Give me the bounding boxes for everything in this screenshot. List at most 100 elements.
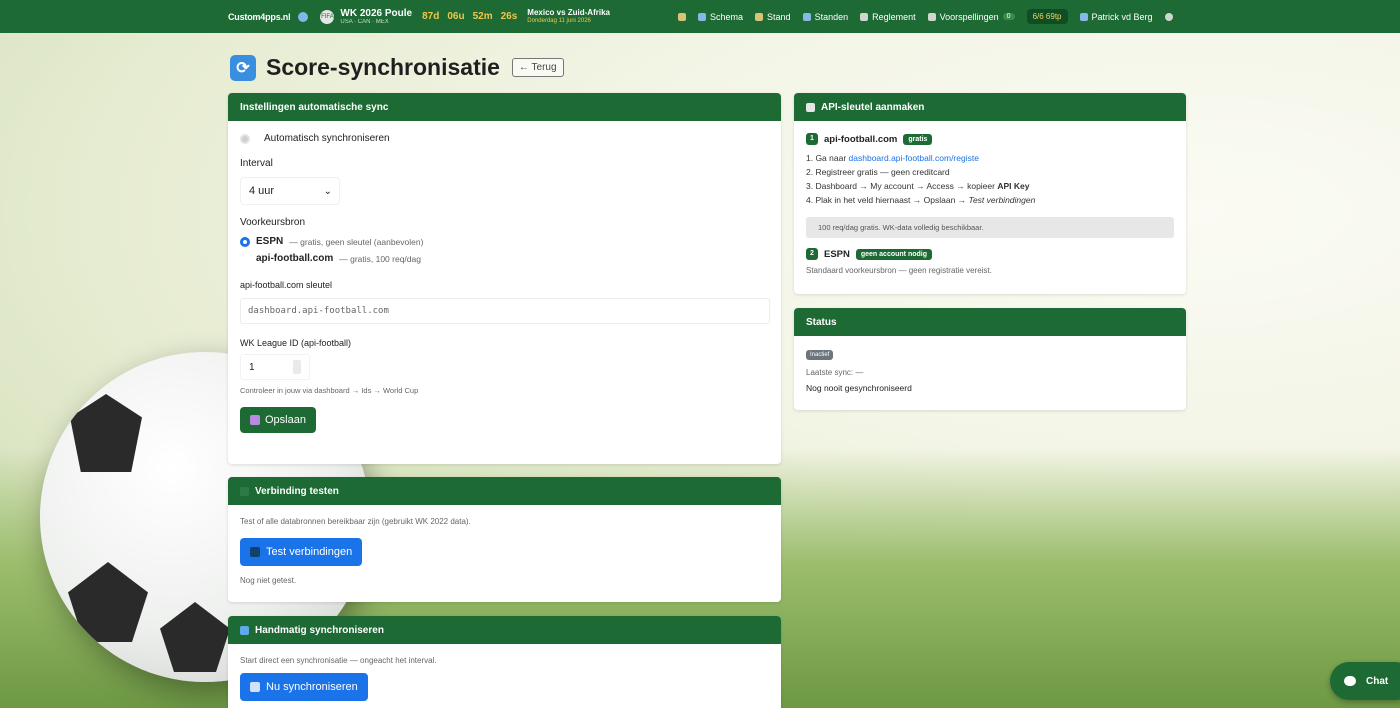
step2-tag: geen account nodig — [855, 248, 932, 260]
poule-subtitle: USA · CAN · MEX — [340, 18, 389, 25]
nav-reglement-label: Reglement — [872, 11, 916, 22]
top-navbar: Custom4pps.nl FIFA WK 2026 Poule USA · C… — [0, 0, 1400, 33]
auto-sync-toggle[interactable] — [240, 133, 250, 144]
auto-sync-header: Instellingen automatische sync — [228, 93, 781, 121]
countdown-minutes: 52m — [472, 11, 493, 22]
step1-number: 1 — [806, 133, 818, 145]
nav-reglement[interactable]: Reglement — [860, 12, 916, 22]
instruction-4-italic: Test verbindingen — [968, 195, 1036, 205]
poule-info[interactable]: WK 2026 Poule USA · CAN · MEX — [340, 7, 413, 25]
nav-stand[interactable]: Stand — [755, 12, 791, 22]
register-link[interactable]: dashboard.api-football.com/registe — [849, 153, 979, 163]
nav-voorspellingen-label: Voorspellingen — [939, 11, 999, 22]
sync-icon: ⟳ — [230, 54, 256, 81]
floppy-disk-icon — [250, 415, 260, 425]
nav-standen-label: Standen — [814, 11, 849, 22]
auto-sync-toggle-row: Automatisch synchroniseren — [240, 133, 769, 144]
test-connection-card: Verbinding testen Test of alle databronn… — [228, 477, 781, 602]
user-menu[interactable]: Patrick vd Berg — [1079, 12, 1153, 22]
step2-heading: 2 ESPN geen account nodig — [806, 248, 1174, 260]
save-button[interactable]: Opslaan — [240, 407, 316, 433]
trophy-icon[interactable] — [678, 12, 686, 21]
chat-button[interactable]: Chat — [1330, 662, 1400, 700]
plug-icon — [240, 486, 249, 496]
instruction-2: 2. Registreer gratis — geen creditcard — [806, 167, 950, 177]
sync-now-label: Nu synchroniseren — [266, 681, 358, 693]
auto-sync-card: Instellingen automatische sync Automatis… — [228, 93, 781, 464]
status-card: Status Inactief Laatste sync: — Nog nooi… — [794, 308, 1186, 410]
league-id-label: WK League ID (api-football) — [240, 338, 352, 348]
prediction-icon — [927, 12, 936, 21]
api-key-card: API-sleutel aanmaken 1 api-football.com … — [794, 93, 1186, 294]
prediction-count-badge: 0 — [1002, 13, 1015, 20]
match-date: Donderdag 11 juni 2026 — [527, 17, 591, 24]
chat-label: Chat — [1366, 675, 1389, 687]
ranking-icon — [802, 12, 811, 21]
user-icon — [1079, 12, 1088, 21]
interval-value: 4 uur — [249, 185, 275, 197]
instruction-4-text: 4. Plak in het veld hiernaast → Opslaan … — [806, 195, 969, 205]
league-id-help: Controleer in jouw via dashboard → Ids →… — [240, 386, 419, 395]
nav-standen[interactable]: Standen — [802, 11, 849, 22]
instruction-3-text: 3. Dashboard → My account → Access → kop… — [806, 181, 998, 191]
api-note: 100 req/dag gratis. WK-data volledig bes… — [806, 217, 1174, 238]
poule-title: WK 2026 Poule — [340, 7, 413, 19]
brand-logo[interactable]: Custom4pps.nl — [228, 12, 291, 22]
test-connections-button[interactable]: Test verbindingen — [240, 538, 363, 566]
settings-icon[interactable] — [1164, 12, 1173, 21]
chevron-down-icon: ⌄ — [323, 185, 332, 197]
manual-sync-title: Handmatig synchroniseren — [255, 624, 384, 636]
manual-sync-card: Handmatig synchroniseren Start direct ee… — [228, 616, 781, 708]
page-title: Score-synchronisatie — [266, 54, 500, 80]
instruction-4: 4. Plak in het veld hiernaast → Opslaan … — [806, 193, 1174, 207]
api-key-placeholder: dashboard.api-football.com — [248, 306, 389, 316]
status-badge: Inactief — [806, 350, 834, 360]
league-id-stepper[interactable] — [293, 360, 301, 374]
source-label: Voorkeursbron — [240, 217, 306, 228]
step2-desc: Standaard voorkeursbron — geen registrat… — [806, 266, 992, 275]
countdown-hours: 06u — [447, 11, 465, 22]
nav-schema[interactable]: Schema — [698, 12, 743, 22]
nav-voorspellingen[interactable]: Voorspellingen 0 — [927, 11, 1015, 22]
instruction-1-text: 1. Ga naar — [806, 153, 849, 163]
instruction-3-bold: API Key — [997, 181, 1030, 191]
save-button-label: Opslaan — [265, 414, 306, 426]
step1-tag: gratis — [903, 133, 933, 145]
points-badge[interactable]: 6/6 69tp — [1026, 9, 1068, 24]
api-key-label: api-football.com sleutel — [240, 280, 333, 290]
step2-number: 2 — [806, 248, 818, 260]
step2-title: ESPN — [824, 248, 850, 260]
source-option-api-football[interactable]: api-football.com — gratis, 100 req/dag — [240, 253, 769, 264]
rules-icon — [860, 12, 869, 21]
league-id-input[interactable]: 1 — [240, 354, 310, 380]
source-option-espn[interactable]: ESPN — gratis, geen sleutel (aanbevolen) — [240, 236, 769, 247]
auto-sync-toggle-label: Automatisch synchroniseren — [264, 133, 390, 144]
page-header: ⟳ Score-synchronisatie ← Terug — [230, 54, 564, 81]
status-header: Status — [794, 308, 1186, 336]
source-radio-espn[interactable] — [240, 236, 250, 247]
source-name-espn: ESPN — [256, 236, 284, 247]
play-icon — [250, 682, 260, 692]
source-desc-api-football: — gratis, 100 req/dag — [339, 253, 421, 264]
api-key-title: API-sleutel aanmaken — [821, 101, 925, 113]
manual-sync-header: Handmatig synchroniseren — [228, 616, 781, 644]
step1-instructions: 1. Ga naar dashboard.api-football.com/re… — [806, 151, 1174, 207]
nav-schema-label: Schema — [710, 11, 744, 22]
last-sync-text: Laatste sync: — — [806, 368, 864, 377]
test-connection-status: Nog niet getest. — [240, 576, 297, 585]
globe-icon — [298, 11, 309, 22]
auto-sync-title: Instellingen automatische sync — [240, 101, 389, 113]
manual-sync-desc: Start direct een synchronisatie — ongeac… — [240, 656, 437, 665]
api-key-input[interactable]: dashboard.api-football.com — [240, 298, 770, 324]
match-title: Mexico vs Zuid-Afrika — [527, 7, 610, 17]
back-button[interactable]: ← Terug — [511, 58, 564, 77]
poule-badge: FIFA — [320, 9, 335, 24]
interval-select[interactable]: 4 uur ⌄ — [240, 177, 340, 205]
source-radio-api-football[interactable] — [240, 253, 250, 264]
instruction-3: 3. Dashboard → My account → Access → kop… — [806, 179, 1174, 193]
sync-now-button[interactable]: Nu synchroniseren — [240, 673, 368, 701]
next-match[interactable]: Mexico vs Zuid-Afrika Donderdag 11 juni … — [527, 7, 610, 24]
interval-label: Interval — [240, 158, 273, 169]
league-id-value: 1 — [249, 361, 255, 373]
step1-heading: 1 api-football.com gratis — [806, 133, 1174, 145]
